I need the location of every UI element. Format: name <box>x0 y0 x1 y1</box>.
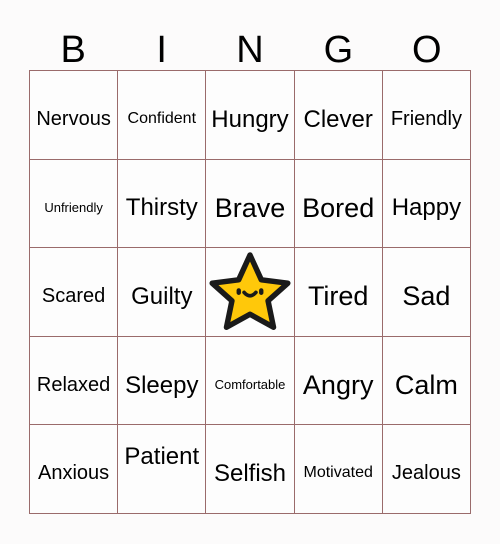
bingo-cell[interactable]: Anxious <box>30 425 119 514</box>
bingo-cell-label: Tired <box>307 281 369 312</box>
bingo-cell[interactable]: Bored <box>294 159 383 249</box>
bingo-cell[interactable]: Friendly <box>382 71 471 160</box>
bingo-cell-label: Hungry <box>211 105 289 133</box>
bingo-header-letter: O <box>412 29 442 71</box>
bingo-header-letter: G <box>323 29 354 71</box>
bingo-cell[interactable]: Angry <box>294 336 383 426</box>
bingo-cell-label: Angry <box>302 369 374 400</box>
bingo-cell-label: Calm <box>394 369 458 400</box>
bingo-cell[interactable]: Guilty <box>118 248 207 337</box>
bingo-cell[interactable]: Thirsty <box>118 159 207 249</box>
bingo-cell-label: Scared <box>41 284 106 307</box>
bingo-cell-label: Patient <box>124 442 200 470</box>
bingo-cell-label: Selfish <box>213 460 287 488</box>
bingo-cell[interactable]: Unfriendly <box>30 159 119 249</box>
bingo-cell[interactable]: Sad <box>382 248 471 337</box>
bingo-cell-label: Guilty <box>131 282 193 310</box>
smiling-star-icon <box>208 250 292 334</box>
bingo-cell[interactable]: Nervous <box>30 71 119 160</box>
bingo-cell[interactable]: Brave <box>206 159 295 249</box>
bingo-cell-label: Brave <box>214 192 286 223</box>
bingo-cell[interactable]: Patient <box>118 425 207 514</box>
bingo-header-letter: N <box>236 29 264 71</box>
bingo-cell[interactable]: Hungry <box>206 71 295 160</box>
bingo-cell-label: Confident <box>127 109 197 127</box>
bingo-cell-label: Motivated <box>303 464 373 482</box>
bingo-card: B I N G O Nervous Confident Hungry Clever Friend… <box>0 0 500 544</box>
bingo-cell-label: Happy <box>391 194 462 222</box>
bingo-cell[interactable]: Confident <box>118 71 207 160</box>
bingo-cell[interactable]: Happy <box>382 159 471 249</box>
bingo-cell-label: Clever <box>303 105 373 133</box>
bingo-cell[interactable]: Sleepy <box>118 336 207 426</box>
bingo-header-letter: I <box>156 29 167 71</box>
bingo-grid: Nervous Confident Hungry Clever Friendly Unfr… <box>29 70 471 514</box>
bingo-cell[interactable]: Scared <box>30 248 119 337</box>
bingo-cell[interactable]: Clever <box>294 71 383 160</box>
bingo-cell-label: Relaxed <box>36 373 111 396</box>
bingo-header: BINGO <box>29 18 471 70</box>
bingo-cell-label: Nervous <box>36 107 111 130</box>
bingo-cell[interactable]: Jealous <box>382 425 471 514</box>
bingo-cell[interactable]: Comfortable <box>206 336 295 426</box>
bingo-cell[interactable]: Tired <box>294 248 383 337</box>
bingo-cell[interactable]: Calm <box>382 336 471 426</box>
bingo-header-letter: B <box>60 29 86 71</box>
bingo-cell-label: Bored <box>302 192 375 223</box>
bingo-cell-label: Jealous <box>391 462 461 485</box>
bingo-cell[interactable]: Relaxed <box>30 336 119 426</box>
bingo-cell-label: Comfortable <box>214 377 286 393</box>
bingo-free-space-cell[interactable] <box>206 248 295 337</box>
bingo-cell-label: Thirsty <box>125 194 198 222</box>
bingo-cell-label: Anxious <box>38 462 110 485</box>
bingo-cell-label: Friendly <box>390 107 462 130</box>
bingo-cell[interactable]: Motivated <box>294 425 383 514</box>
bingo-cell-label: Sleepy <box>125 371 199 399</box>
bingo-cell[interactable]: Selfish <box>206 425 295 514</box>
bingo-cell-label: Unfriendly <box>44 200 103 216</box>
bingo-cell-label: Sad <box>402 281 451 312</box>
